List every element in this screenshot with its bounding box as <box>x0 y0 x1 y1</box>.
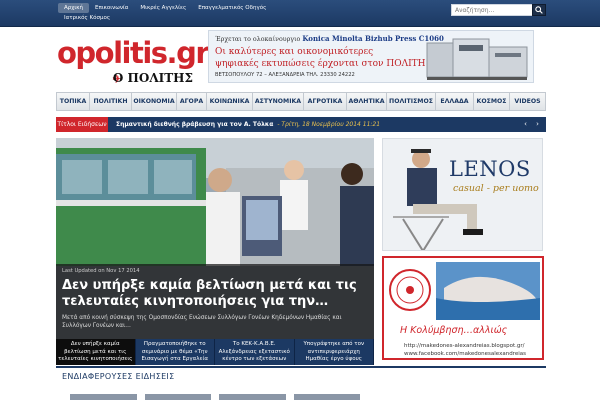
nav-politics[interactable]: ΠΟΛΙΤΙΚΗ <box>90 93 132 110</box>
swimming-ad-urls: http://makedones-alexandreias.blogspot.g… <box>404 343 526 357</box>
top-nav-classifieds[interactable]: Μικρές Αγγελίες <box>134 3 192 13</box>
swimming-image <box>384 258 542 324</box>
header-banner-ad[interactable]: Έρχεται το ολοκαίνουργιο Konica Minolta … <box>208 30 534 83</box>
lenos-model-image <box>383 139 542 250</box>
ticker-prev-icon[interactable]: ‹ <box>521 119 530 129</box>
header-ad-brand: Konica Minolta Bizhub Press C1060 <box>302 34 444 43</box>
header-ad-headline: Οι καλύτερες και οικονομικότερες ψηφιακέ… <box>215 47 426 69</box>
ticker-controls: ‹ › <box>521 119 542 129</box>
top-nav-medical[interactable]: Ιατρικός Κόσμος <box>58 13 116 23</box>
main-nav: ΤΟΠΙΚΑ ΠΟΛΙΤΙΚΗ ΟΙΚΟΝΟΜΙΑ ΑΓΟΡΑ ΚΟΙΝΩΝΙΚ… <box>56 92 546 111</box>
news-thumbs-strip <box>70 394 360 400</box>
nav-local[interactable]: ΤΟΠΙΚΑ <box>57 93 90 110</box>
top-bar: Αρχική Επικοινωνία Μικρές Αγγελίες Επαγγ… <box>0 0 600 27</box>
news-thumb[interactable] <box>144 394 211 400</box>
slider-thumb-2[interactable]: Πραγματοποιήθηκε το σεμινάριο με θέμα «Τ… <box>135 339 215 365</box>
ticker-next-icon[interactable]: › <box>533 119 542 129</box>
slide-excerpt: Μετά από κοινή σύσκεψη της Ομοσπονδίας Ε… <box>62 315 342 329</box>
nav-culture[interactable]: ΠΟΛΙΤΙΣΜΟΣ <box>387 93 436 110</box>
nav-agriculture[interactable]: ΑΓΡΟΤΙΚΑ <box>304 93 347 110</box>
top-nav: Αρχική Επικοινωνία Μικρές Αγγελίες Επαγγ… <box>58 3 308 23</box>
slider-thumb-1[interactable]: Δεν υπήρξε καμία βελτίωση μετά και τις τ… <box>56 339 136 365</box>
section-title: ΕΝΔΙΑΦΕΡΟΥΣΕΣ ΕΙΔΗΣΕΙΣ <box>62 372 175 381</box>
search-icon <box>535 6 543 14</box>
site-logo[interactable]: opolitis.gr ✈ Ο ΠΟΛΙΤΗΣ <box>57 36 210 88</box>
nav-sports[interactable]: ΑΘΛΗΤΙΚΑ <box>347 93 387 110</box>
lenos-ad[interactable]: LENOS casual - per uomo <box>382 138 543 251</box>
nav-social[interactable]: ΚΟΙΝΩΝΙΚΑ <box>207 93 253 110</box>
nav-world[interactable]: ΚΟΣΜΟΣ <box>474 93 510 110</box>
news-thumb[interactable] <box>70 394 137 400</box>
nav-police[interactable]: ΑΣΤΥΝΟΜΙΚΑ <box>253 93 304 110</box>
top-nav-contact[interactable]: Επικοινωνία <box>89 3 134 13</box>
ticker-date: - Τρίτη, 18 Νοεμβρίου 2014 11:21 <box>277 121 381 128</box>
nav-greece[interactable]: ΕΛΛΑΔΑ <box>436 93 474 110</box>
news-ticker: Τίτλοι Ειδήσεων Σημαντική διεθνής βράβευ… <box>56 117 546 132</box>
featured-slider[interactable]: Last Updated on Nov 17 2014 Δεν υπήρξε κ… <box>56 138 374 365</box>
nav-economy[interactable]: ΟΙΚΟΝΟΜΙΑ <box>132 93 177 110</box>
slide-caption: Last Updated on Nov 17 2014 Δεν υπήρξε κ… <box>56 264 374 339</box>
slide-title[interactable]: Δεν υπήρξε καμία βελτίωση μετά και τις τ… <box>62 278 368 310</box>
swimming-ad-title: Η Κολύμβηση…αλλιώς <box>400 325 508 336</box>
slider-thumbnails: Δεν υπήρξε καμία βελτίωση μετά και τις τ… <box>56 339 374 365</box>
interesting-news-section: ΕΝΔΙΑΦΕΡΟΥΣΕΣ ΕΙΔΗΣΕΙΣ <box>56 366 546 400</box>
ticker-label: Τίτλοι Ειδήσεων <box>56 117 108 132</box>
slider-thumb-4[interactable]: Υπογράφτηκε από τον αντιπεριφερειάρχη Ημ… <box>294 339 374 365</box>
ticker-headline[interactable]: Σημαντική διεθνής βράβευση για τον Α. Τό… <box>116 121 380 128</box>
swimming-ad[interactable]: Η Κολύμβηση…αλλιώς http://makedones-alex… <box>382 256 544 360</box>
header-ad-line1: Έρχεται το ολοκαίνουργιο Konica Minolta … <box>215 34 444 43</box>
slider-thumb-3[interactable]: Το ΚΕΚ-Κ.Α.Β.Ε. Αλεξάνδρειας εξεταστικό … <box>215 339 295 365</box>
news-thumb[interactable] <box>293 394 360 400</box>
lenos-brand: LENOS <box>449 157 531 181</box>
lenos-tagline: casual - per uomo <box>453 183 539 194</box>
nav-market[interactable]: ΑΓΟΡΑ <box>177 93 207 110</box>
search-button[interactable] <box>532 4 546 16</box>
top-nav-business-guide[interactable]: Επαγγελματικός Οδηγός <box>192 3 272 13</box>
header-ad-address: ΒΕΤΣΟΠΟΥΛΟΥ 72 – ΑΛΕΞΑΝΔΡΕΙΑ ΤΗΛ. 23330 … <box>215 72 355 78</box>
top-nav-home[interactable]: Αρχική <box>58 3 90 13</box>
logo-text: opolitis.gr <box>57 36 210 70</box>
logo-subtitle: Ο ΠΟΛΙΤΗΣ <box>112 71 193 85</box>
news-thumb[interactable] <box>219 394 286 400</box>
nav-videos[interactable]: VIDEOS <box>510 93 545 110</box>
printer-image <box>426 38 528 80</box>
slide-date: Last Updated on Nov 17 2014 <box>62 268 140 274</box>
